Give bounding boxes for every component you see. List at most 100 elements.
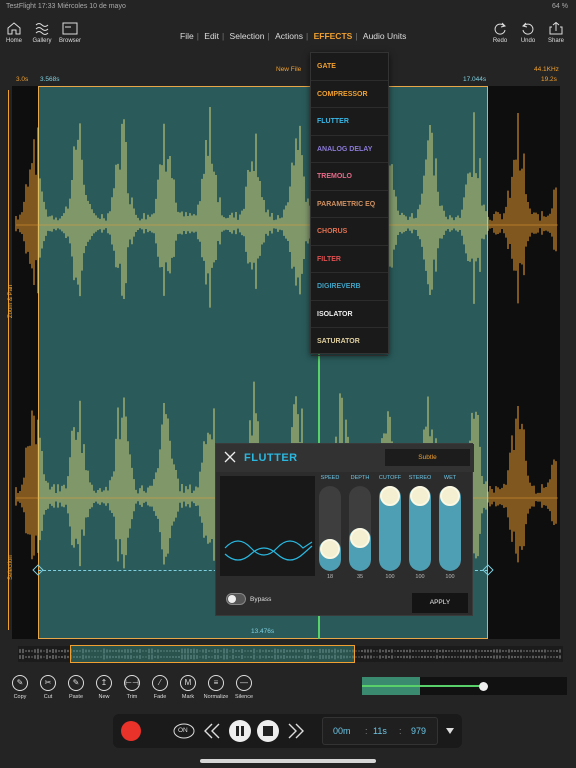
home-icon	[7, 22, 21, 35]
effects-menu-item[interactable]: COMPRESSOR	[311, 81, 388, 108]
effects-menu-item[interactable]: FLUTTER	[311, 108, 388, 136]
lfo-wave-graphic	[224, 540, 313, 561]
browser-icon	[62, 22, 78, 35]
undo-icon	[522, 22, 534, 35]
slider-knob[interactable]	[350, 528, 370, 548]
waveform-icon	[35, 23, 49, 35]
tool-silence[interactable]: — Silence	[230, 675, 258, 700]
normalize-icon: ≡	[208, 675, 224, 691]
tool-trim[interactable]: ⊢⊣ Trim	[118, 675, 146, 700]
lfo-scope	[220, 476, 315, 576]
menu-edit[interactable]: Edit	[204, 31, 219, 41]
flutter-title: FLUTTER	[244, 452, 298, 464]
tool-label: Fade	[153, 694, 167, 700]
redo-icon	[494, 22, 506, 35]
menu-file[interactable]: File	[180, 31, 194, 41]
slider-knob[interactable]	[320, 539, 340, 559]
menu-selection[interactable]: Selection	[230, 31, 265, 41]
close-icon[interactable]	[224, 451, 236, 463]
tool-paste[interactable]: ✎ Paste	[62, 675, 90, 700]
file-name[interactable]: New File	[276, 66, 301, 73]
tool-label: Copy	[13, 694, 27, 700]
pause-button[interactable]	[229, 720, 251, 742]
menu-effects[interactable]: EFFECTS	[314, 31, 353, 41]
slider-knob[interactable]	[410, 486, 430, 506]
slider-stereo[interactable]: STEREO 100	[409, 475, 432, 580]
share-label: Share	[547, 38, 564, 44]
slider-knob[interactable]	[380, 486, 400, 506]
loop-button[interactable]: ON	[172, 722, 196, 740]
flutter-panel: FLUTTER Subtle SPEED 18 DEPTH 35 CUTOFF 100 ST…	[215, 443, 474, 616]
copy-icon: ✎	[12, 675, 28, 691]
slider-value: 100	[445, 574, 455, 580]
apply-button[interactable]: APPLY	[412, 593, 468, 613]
zoom-slider[interactable]	[362, 677, 567, 695]
bypass-toggle[interactable]	[226, 593, 246, 605]
effects-menu-item[interactable]: PARAMETRIC EQ	[311, 191, 388, 218]
status-bar: TestFlight 17:33 Miércoles 10 de mayo 64…	[0, 0, 576, 14]
chevron-down-icon[interactable]	[446, 728, 454, 734]
pause-icon	[236, 726, 244, 736]
silence-icon: —	[236, 675, 252, 691]
preset-selector[interactable]: Subtle	[385, 449, 470, 466]
status-left: TestFlight 17:33 Miércoles 10 de mayo	[6, 3, 126, 10]
effects-menu-item[interactable]: ISOLATOR	[311, 301, 388, 328]
tool-label: Normalize	[203, 694, 229, 700]
slider-depth[interactable]: DEPTH 35	[349, 475, 371, 580]
slider-wet[interactable]: WET 100	[439, 475, 461, 580]
overview-viewport[interactable]	[70, 645, 355, 663]
fade-icon: ⁄	[152, 675, 168, 691]
slider-knob[interactable]	[440, 486, 460, 506]
battery-status: 64 %	[552, 3, 568, 10]
fast-forward-button[interactable]	[287, 722, 305, 740]
ruler-end: 19.2s	[541, 76, 557, 83]
effects-menu-item[interactable]: GATE	[311, 53, 388, 81]
tool-cut[interactable]: ✂ Cut	[34, 675, 62, 700]
stop-button[interactable]	[257, 720, 279, 742]
tool-label: Mark	[181, 694, 195, 700]
tool-copy[interactable]: ✎ Copy	[6, 675, 34, 700]
time-seconds: 11s	[373, 726, 387, 736]
home-label: Home	[5, 38, 22, 44]
mark-icon: M	[180, 675, 196, 691]
tool-label: Cut	[43, 694, 53, 700]
zoom-pan-rail[interactable]	[8, 90, 14, 630]
tool-label: New	[98, 694, 110, 700]
tool-new[interactable]: ↥ New	[90, 675, 118, 700]
effects-menu-item[interactable]: FILTER	[311, 246, 388, 273]
time-display: 00m : 11s : 979	[322, 717, 438, 745]
stop-icon	[263, 726, 273, 736]
time-millis: 979	[411, 726, 427, 736]
effects-menu-item[interactable]: DIGIREVERB	[311, 273, 388, 301]
cut-icon: ✂	[40, 675, 56, 691]
slider-label: WET	[443, 475, 457, 481]
tool-mark[interactable]: M Mark	[174, 675, 202, 700]
new-icon: ↥	[96, 675, 112, 691]
zoom-knob[interactable]	[479, 682, 488, 691]
selection-length: 13.476s	[251, 628, 275, 635]
rewind-button[interactable]	[203, 722, 221, 740]
slider-cutoff[interactable]: CUTOFF 100	[379, 475, 401, 580]
share-button[interactable]: Share	[536, 22, 576, 44]
home-indicator	[200, 759, 376, 763]
tool-label: Trim	[126, 694, 138, 700]
record-button[interactable]	[121, 721, 141, 741]
tool-fade[interactable]: ⁄ Fade	[146, 675, 174, 700]
time-minutes: 00m	[333, 726, 351, 736]
browser-label: Browser	[58, 38, 81, 44]
paste-icon: ✎	[68, 675, 84, 691]
trim-icon: ⊢⊣	[124, 675, 140, 691]
menu-audio-units[interactable]: Audio Units	[363, 31, 406, 41]
slider-speed[interactable]: SPEED 18	[319, 475, 341, 580]
effects-menu-item[interactable]: TREMOLO	[311, 163, 388, 191]
share-icon	[549, 22, 563, 35]
undo-label: Undo	[520, 38, 536, 44]
menu-actions[interactable]: Actions	[275, 31, 303, 41]
effects-menu-item[interactable]: CHORUS	[311, 218, 388, 246]
effects-menu-item[interactable]: SATURATOR	[311, 328, 388, 356]
tool-normalize[interactable]: ≡ Normalize	[202, 675, 230, 700]
zoom-track-fill	[362, 685, 484, 687]
effects-menu-item[interactable]: ANALOG DELAY	[311, 136, 388, 163]
main-menu: File | Edit | Selection | Actions | EFFECTS |…	[180, 31, 407, 41]
browser-button[interactable]: Browser	[50, 22, 90, 44]
